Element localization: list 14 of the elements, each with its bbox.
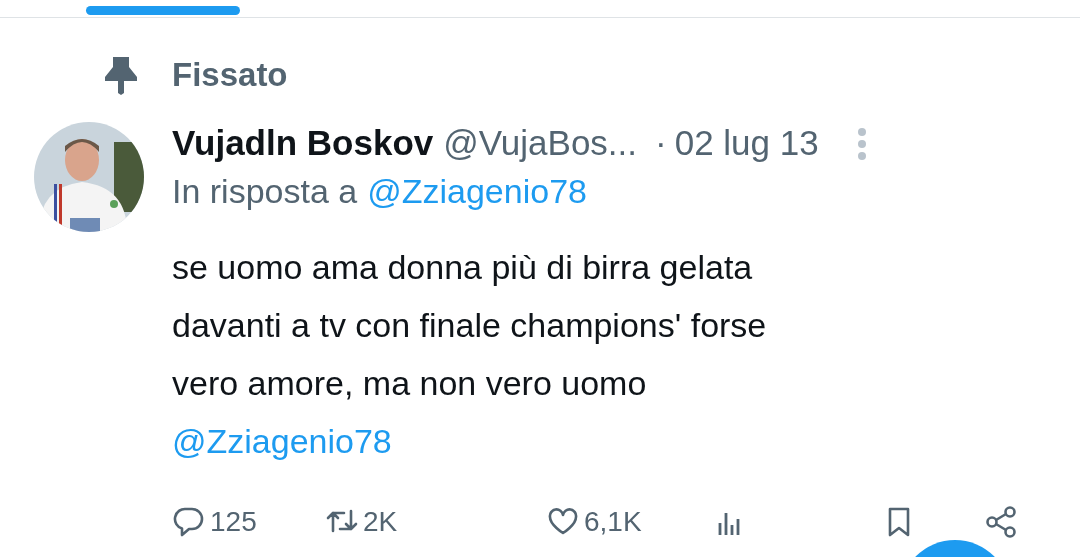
tweet-text: se uomo ama donna più di birra gelata bbox=[172, 246, 753, 288]
reply-icon bbox=[172, 505, 206, 539]
reply-context: In risposta a bbox=[172, 171, 358, 212]
tweet-text: vero amore, ma non vero uomo bbox=[172, 362, 647, 404]
tweet-text: davanti a tv con finale champions' forse bbox=[172, 304, 767, 346]
like-button[interactable]: 6,1K bbox=[546, 500, 642, 544]
pinned-label: Fissato bbox=[172, 55, 288, 95]
pin-icon bbox=[104, 54, 138, 95]
reply-button[interactable]: 125 bbox=[172, 500, 257, 544]
retweet-button[interactable]: 2K bbox=[325, 500, 398, 544]
share-icon bbox=[984, 505, 1018, 539]
tweet-date[interactable]: 02 lug 13 bbox=[674, 117, 819, 170]
user-handle: @VujaBos... bbox=[443, 122, 638, 165]
separator: · bbox=[655, 122, 667, 165]
